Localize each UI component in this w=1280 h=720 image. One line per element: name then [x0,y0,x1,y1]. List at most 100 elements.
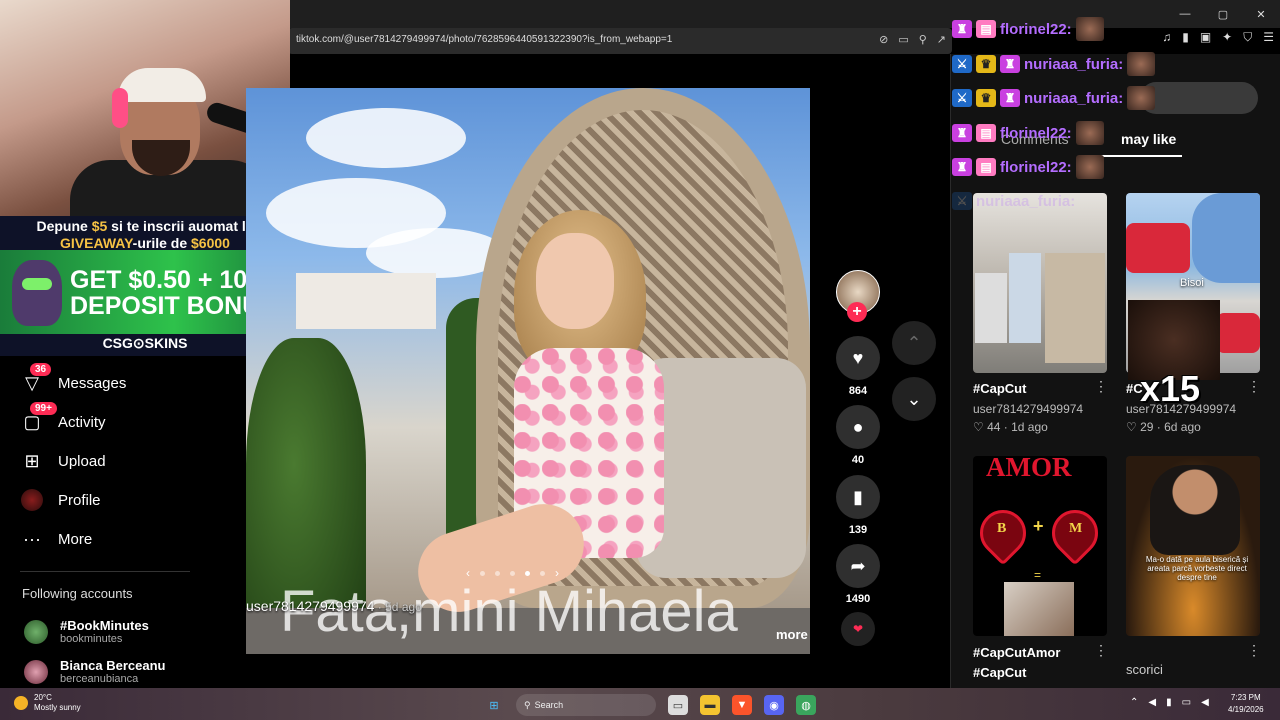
card-username[interactable]: user7814279499974 [1126,402,1236,416]
account-handle: bookminutes [60,633,123,645]
menu-icon[interactable]: ☰ [1263,30,1274,45]
sub-badge-icon: ♜ [952,20,972,38]
task-view-icon[interactable]: ▭ [668,695,688,715]
chat-username: florinel22: [1000,20,1072,38]
extension-popup[interactable] [1140,82,1258,114]
chat-message: ♜ ▤ florinel22: [952,121,1104,145]
share-button[interactable]: ➦ [836,544,880,588]
gift-badge-icon: ▤ [976,158,996,176]
following-account[interactable]: #BookMinutes bookminutes [24,618,149,645]
wallet-icon[interactable]: ▣ [1200,30,1211,45]
crown-badge-icon: ♛ [976,55,996,73]
plus-icon: + [1033,516,1044,536]
clock-time: 7:23 PM [1230,693,1261,702]
account-name: Bianca Berceanu [60,658,166,673]
tab-you-may-like[interactable]: may like [1121,131,1176,147]
share-arrow-icon: ➦ [850,555,866,576]
video-card-thumbnail[interactable] [973,193,1107,373]
previous-post-button[interactable]: ⌃ [892,321,936,365]
gift-badge-icon: ▤ [976,20,996,38]
post-author[interactable]: user7814279499974 · 5d ago [246,598,422,614]
sidebar-item-profile[interactable]: Profile [20,486,101,514]
sidebar-item-activity[interactable]: ▢ 99+ Activity [20,402,106,436]
sidebar-item-more[interactable]: ··· More [20,525,92,553]
address-bar[interactable]: tiktok.com/@user7814279499974/photo/7628… [288,28,952,54]
card-title[interactable]: #CapCutAmor [973,645,1060,660]
card-more-icon[interactable]: ⋮ [1094,642,1108,659]
chevron-up-icon[interactable]: ⌃ [1130,697,1138,708]
mic-icon[interactable]: ▮ [1166,697,1172,708]
follow-plus-icon[interactable]: + [847,302,867,322]
speaker-icon[interactable]: ◀ [1148,697,1156,708]
card-title[interactable]: #C [1126,381,1143,396]
more-button[interactable]: more [776,627,808,642]
like-button[interactable]: ♥ [836,336,880,380]
shield-icon[interactable]: ⛉ [1243,30,1252,45]
sidebar-icon[interactable]: ▮ [1182,30,1189,45]
chat-message: ⚔ nuriaaa_furia: [952,189,1075,213]
emote-icon [1127,52,1156,76]
save-count: 139 [848,524,868,536]
file-explorer-icon[interactable]: ▬ [700,695,720,715]
comment-button[interactable]: ● [836,405,880,449]
card-more-icon[interactable]: ⋮ [1247,642,1261,659]
card-title[interactable]: #CapCut [973,381,1026,396]
weather-widget[interactable]: 20°C Mostly sunny [14,693,81,713]
emote-icon [1075,17,1104,41]
card-title[interactable]: scorici [1126,662,1163,677]
save-button[interactable]: ▮ [836,475,880,519]
crown-badge-icon: ♛ [976,89,996,107]
share-icon[interactable]: ↗ [937,33,946,46]
search-icon: ⚲ [524,699,531,710]
following-account[interactable]: Bianca Berceanu berceanubianca [24,658,166,685]
card-meta: ♡ 44 · 1d ago [973,420,1048,434]
sidebar-item-messages[interactable]: ▽ 36 Messages [20,363,126,397]
minimize-button[interactable]: — [1166,0,1204,28]
maximize-button[interactable]: ▢ [1204,0,1242,28]
chat-username: nuriaaa_furia: [1024,55,1124,73]
system-tray: ⌃ ◀ ▮ ▭ ◀ [1130,697,1209,708]
taskbar-search[interactable]: ⚲ Search [516,694,656,716]
sword-badge-icon: ⚔ [952,89,972,107]
heart-letter-right: M [1069,521,1083,536]
volume-icon[interactable]: ◀ [1201,697,1209,708]
thumbnail-overlay-text: Ma-o dată pe aula biserică și areata par… [1145,555,1249,582]
messages-badge: 36 [30,363,52,376]
promo-headline: GET $0.50 + 10% [70,266,270,294]
card-title-line2[interactable]: #CapCut [973,665,1026,680]
zoom-icon[interactable]: ⚲ [919,33,927,46]
app-globe-icon[interactable]: ◍ [796,695,816,715]
bookmark-icon: ▮ [853,486,863,507]
heart-icon: ♥ [852,347,864,368]
sound-button[interactable]: ❤ [841,612,875,646]
equals-icon: = [1034,568,1042,582]
reader-icon[interactable]: ▭ [898,33,908,46]
next-post-button[interactable]: ⌄ [892,377,936,421]
brave-browser-icon[interactable]: ▼ [732,695,752,715]
taskbar-clock[interactable]: 7:23 PM 4/19/2026 [1228,692,1264,716]
sub-badge-icon: ♜ [1000,89,1020,107]
card-username[interactable]: user7814279499974 [973,402,1083,416]
card-more-icon[interactable]: ⋮ [1094,378,1108,395]
discord-icon[interactable]: ◉ [764,695,784,715]
sparkle-icon[interactable]: ✦ [1222,30,1232,45]
extension-toolbar: ♫ ▮ ▣ ✦ ⛉ ☰ [1162,30,1274,45]
post-username[interactable]: user7814279499974 [246,598,374,614]
sidebar-item-upload[interactable]: ⊞ Upload [20,447,105,475]
sun-icon [14,696,28,710]
sidebar-divider [20,571,190,572]
chevron-up-icon: ⌃ [906,332,922,353]
sound-disc-icon: ❤ [852,622,864,636]
close-button[interactable]: ✕ [1242,0,1280,28]
url-text[interactable]: tiktok.com/@user7814279499974/photo/7628… [296,34,672,45]
windows-start-icon[interactable]: ⊞ [484,695,504,715]
music-icon[interactable]: ♫ [1162,30,1171,45]
comment-count: 40 [851,454,865,466]
card-more-icon[interactable]: ⋮ [1247,378,1261,395]
like-count: 864 [848,385,868,397]
display-icon[interactable]: ▭ [1182,697,1191,708]
following-heading: Following accounts [22,586,133,601]
no-track-icon[interactable]: ⊘ [879,33,888,46]
chat-message: ⚔ ♛ ♜ nuriaaa_furia: [952,86,1156,110]
thumbnail-label: Bisoi [1180,277,1204,289]
